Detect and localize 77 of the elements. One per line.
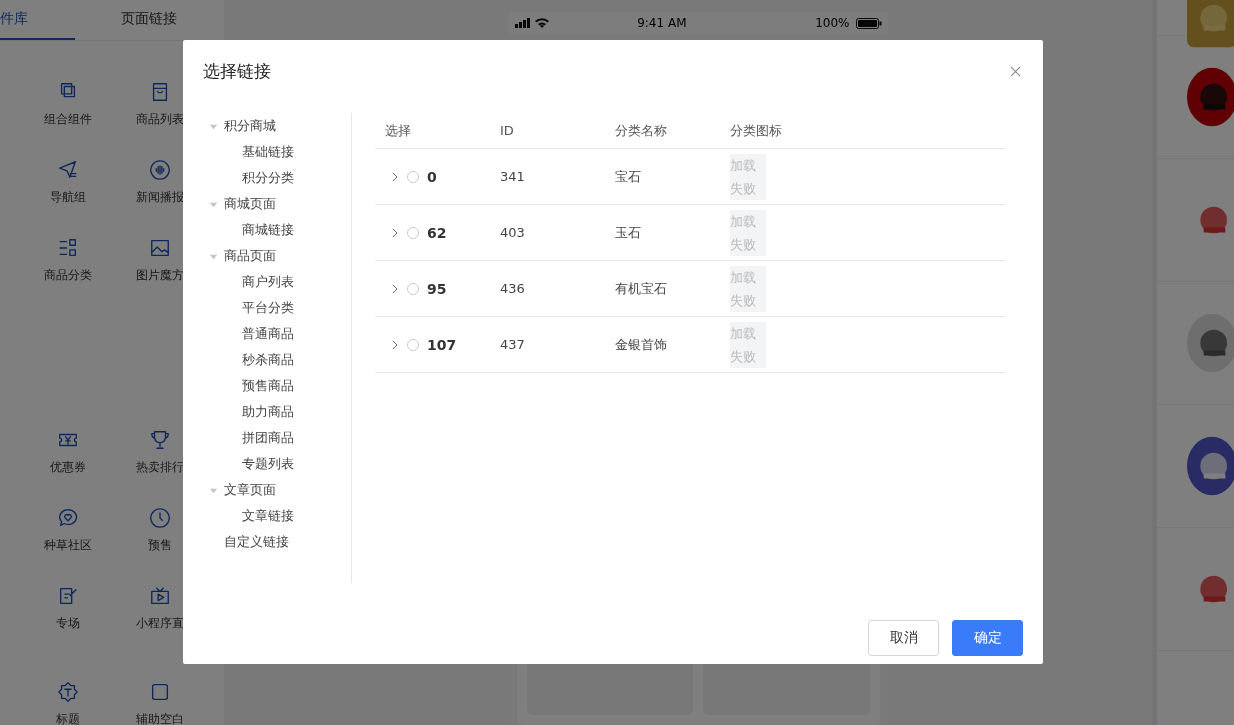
tree-item[interactable]: 商城链接 bbox=[242, 221, 294, 239]
tree-item[interactable]: 专题列表 bbox=[242, 455, 294, 473]
confirm-button[interactable]: 确定 bbox=[952, 620, 1023, 656]
table-cell: 宝石 bbox=[615, 167, 641, 186]
component-item[interactable]: 组合组件 bbox=[22, 81, 114, 153]
tv-icon bbox=[149, 585, 171, 607]
table-cell: 有机宝石 bbox=[615, 279, 667, 298]
table-cell: 341 bbox=[500, 169, 525, 184]
table-cell: 436 bbox=[500, 281, 525, 296]
chevron-icon[interactable] bbox=[391, 338, 399, 351]
wifi-icon bbox=[534, 18, 549, 29]
column-header: ID bbox=[499, 123, 515, 138]
clock-icon bbox=[149, 507, 171, 529]
signal-icon bbox=[514, 18, 531, 29]
table-cell: 403 bbox=[500, 225, 525, 240]
close-icon[interactable] bbox=[1010, 65, 1021, 77]
badge-t-icon bbox=[57, 681, 79, 703]
send-icon bbox=[57, 159, 79, 181]
image-icon bbox=[149, 237, 171, 259]
list-icon bbox=[57, 237, 79, 259]
component-item[interactable]: 图片魔方 bbox=[114, 237, 206, 309]
component-item[interactable]: 种草社区 bbox=[22, 507, 114, 579]
chevron-icon[interactable] bbox=[391, 226, 399, 239]
component-item[interactable]: 导航组 bbox=[22, 159, 114, 231]
table-cell: 95 bbox=[427, 280, 447, 297]
tree-item[interactable]: 文章链接 bbox=[242, 507, 294, 525]
panel-tab[interactable]: 件库 bbox=[0, 0, 75, 40]
component-item[interactable]: 商品列表 bbox=[114, 81, 206, 153]
panel-tab[interactable]: 页面链接 bbox=[74, 0, 224, 40]
trophy-icon bbox=[149, 429, 171, 451]
component-item[interactable]: 小程序直 bbox=[114, 585, 206, 657]
table-cell: 金银首饰 bbox=[615, 335, 667, 354]
tree-item[interactable]: 助力商品 bbox=[242, 403, 294, 421]
tree-item[interactable]: 商城页面 bbox=[224, 195, 276, 213]
chevron-icon[interactable] bbox=[391, 170, 399, 183]
table-cell: 437 bbox=[500, 337, 525, 352]
tree-item[interactable]: 商品页面 bbox=[224, 247, 276, 265]
tree-item[interactable]: 拼团商品 bbox=[242, 429, 294, 447]
tree-item[interactable]: 商户列表 bbox=[242, 273, 294, 291]
component-item[interactable]: 标题 bbox=[22, 681, 114, 725]
cancel-button[interactable]: 取消 bbox=[868, 620, 939, 656]
tree-item[interactable]: 普通商品 bbox=[242, 325, 294, 343]
chevron-icon[interactable] bbox=[391, 282, 399, 295]
column-header: 分类图标 bbox=[729, 121, 783, 140]
tree-item[interactable]: 积分分类 bbox=[242, 169, 294, 187]
table-cell: 62 bbox=[427, 224, 447, 241]
tree-item[interactable]: 基础链接 bbox=[242, 143, 294, 161]
tree-item[interactable]: 平台分类 bbox=[242, 299, 294, 317]
table-cell: 0 bbox=[427, 168, 437, 185]
component-item[interactable]: 专场 bbox=[22, 585, 114, 657]
column-header: 分类名称 bbox=[614, 121, 668, 140]
component-item[interactable]: 新闻播报 bbox=[114, 159, 206, 231]
broken-image: 加载失败 bbox=[730, 209, 766, 256]
tree-item[interactable]: 自定义链接 bbox=[224, 533, 289, 551]
frame-icon bbox=[149, 681, 171, 703]
component-item[interactable]: 热卖排行 bbox=[114, 429, 206, 501]
dialog-title: 选择链接 bbox=[203, 59, 271, 83]
broken-image: 加载失败 bbox=[730, 265, 766, 312]
tree-item[interactable]: 文章页面 bbox=[224, 481, 276, 499]
broken-image: 加载失败 bbox=[730, 321, 766, 368]
battery-level: 100% bbox=[815, 16, 850, 31]
status-time: 9:41 AM bbox=[636, 16, 688, 31]
component-item[interactable]: 商品分类 bbox=[22, 237, 114, 309]
column-header: 选择 bbox=[384, 121, 412, 140]
table-cell: 玉石 bbox=[615, 223, 641, 242]
sound-wave-icon bbox=[149, 159, 171, 181]
component-item[interactable]: 预售 bbox=[114, 507, 206, 579]
tree-item[interactable]: 秒杀商品 bbox=[242, 351, 294, 369]
chat-heart-icon bbox=[57, 507, 79, 529]
tree-item[interactable]: 预售商品 bbox=[242, 377, 294, 395]
component-item[interactable]: 辅助空白 bbox=[114, 681, 206, 725]
component-item[interactable]: 优惠券 bbox=[22, 429, 114, 501]
tree-item[interactable]: 积分商城 bbox=[224, 117, 276, 135]
edit-icon bbox=[57, 585, 79, 607]
table-cell: 107 bbox=[427, 336, 457, 353]
broken-image: 加载失败 bbox=[730, 153, 766, 200]
battery-icon bbox=[855, 17, 882, 29]
